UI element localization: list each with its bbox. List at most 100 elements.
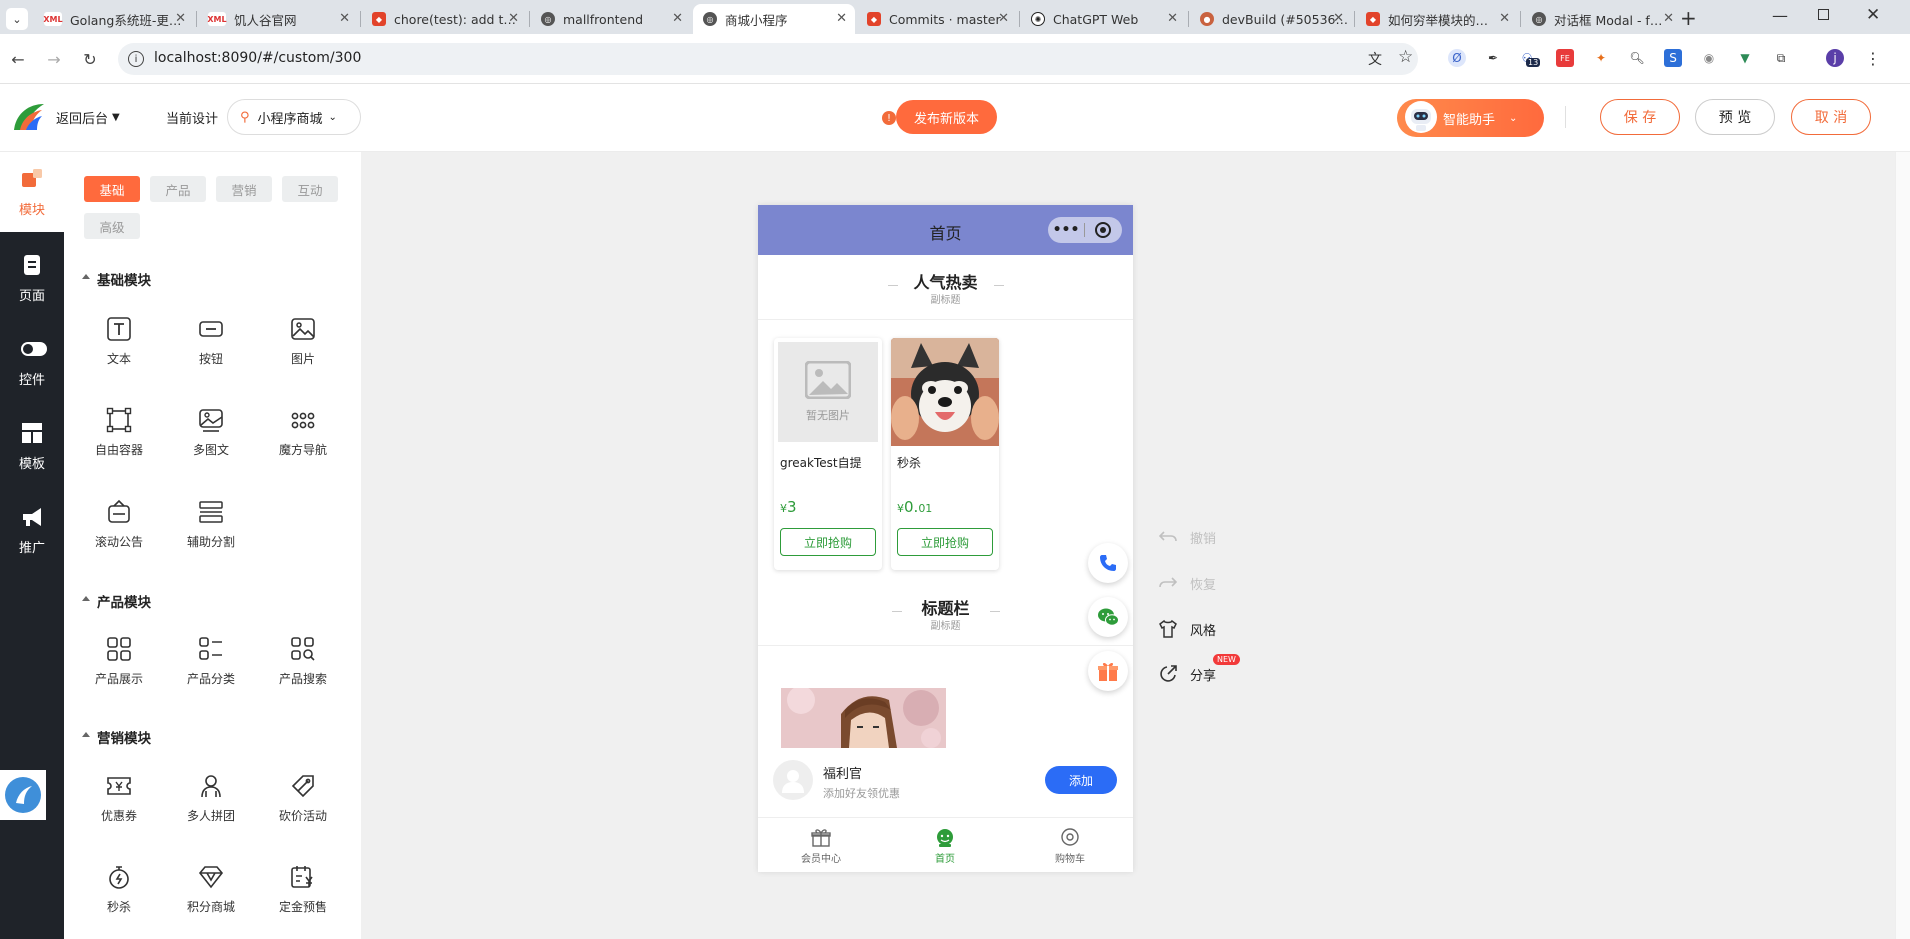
- close-icon[interactable]: ✕: [1167, 11, 1178, 26]
- module-label: 多图文: [192, 443, 229, 457]
- module-flash-sale[interactable]: 秒杀: [74, 864, 164, 934]
- tab-interaction[interactable]: 互动: [282, 176, 338, 202]
- rail-item-modules[interactable]: 模块: [0, 152, 64, 232]
- assistant-button[interactable]: 智能助手 ⌄: [1397, 99, 1544, 137]
- browser-tab[interactable]: ● devBuild (#50536… ✕: [1190, 4, 1352, 34]
- tab-basic[interactable]: 基础: [84, 176, 140, 202]
- module-product-display[interactable]: 产品展示: [74, 636, 164, 706]
- save-button[interactable]: 保 存: [1600, 99, 1680, 135]
- tabbar-item-member[interactable]: 会员中心: [781, 828, 861, 865]
- capsule-button[interactable]: •••: [1048, 217, 1122, 243]
- module-text[interactable]: 文本: [74, 316, 164, 386]
- tab-product[interactable]: 产品: [150, 176, 206, 202]
- browser-tab[interactable]: ◆ Commits · master ✕: [857, 4, 1017, 34]
- window-close-icon[interactable]: ✕: [1866, 5, 1880, 25]
- tab-marketing[interactable]: 营销: [216, 176, 272, 202]
- maximize-icon[interactable]: [1818, 9, 1829, 20]
- tab-search-button[interactable]: ⌄: [6, 8, 28, 30]
- browser-tab[interactable]: XML 饥人谷官网 ✕: [198, 4, 358, 34]
- browser-tab[interactable]: ◆ 如何穷举模块的… ✕: [1356, 4, 1518, 34]
- reload-icon[interactable]: ↻: [80, 49, 100, 69]
- tabbar-item-cart[interactable]: 购物车: [1030, 828, 1110, 865]
- browser-tab[interactable]: ◎ mallfrontend ✕: [531, 4, 691, 34]
- tabbar-item-home[interactable]: 首页: [905, 828, 985, 865]
- extension-icon[interactable]: ✦: [1592, 49, 1610, 67]
- module-free-container[interactable]: 自由容器: [74, 407, 164, 477]
- preview-button[interactable]: 预 览: [1695, 99, 1775, 135]
- extension-badge-icon[interactable]: ⚇ 13: [1518, 49, 1541, 67]
- close-icon[interactable]: ✕: [998, 11, 1009, 26]
- close-icon[interactable]: ✕: [175, 11, 186, 26]
- tab-advanced[interactable]: 高级: [84, 213, 140, 239]
- back-to-admin-button[interactable]: 返回后台 ▼: [56, 108, 120, 127]
- module-group-buy[interactable]: 多人拼团: [166, 773, 256, 843]
- extension-icon[interactable]: ◉: [1700, 49, 1718, 67]
- fe-extension-icon[interactable]: FE: [1556, 49, 1574, 67]
- module-product-category[interactable]: 产品分类: [166, 636, 256, 706]
- wechat-button[interactable]: [1088, 597, 1128, 637]
- rail-item-templates[interactable]: 模板: [0, 406, 64, 486]
- xml-icon: XML: [43, 12, 63, 26]
- eyedropper-icon[interactable]: ✒: [1484, 49, 1502, 67]
- gift-button[interactable]: [1088, 651, 1128, 691]
- product-card[interactable]: 暂无图片 greakTest自提 ¥3 立即抢购: [774, 338, 882, 570]
- close-icon[interactable]: ✕: [1333, 11, 1344, 26]
- floating-helper-icon[interactable]: [0, 770, 46, 820]
- url-field[interactable]: i localhost:8090/#/custom/300 文 ☆: [118, 43, 1418, 75]
- site-info-icon[interactable]: i: [128, 51, 144, 67]
- new-tab-button[interactable]: +: [1680, 6, 1697, 30]
- module-scroll-notice[interactable]: 滚动公告: [74, 499, 164, 569]
- close-icon[interactable]: ✕: [672, 11, 683, 26]
- vue-devtools-icon[interactable]: ▼: [1736, 49, 1754, 67]
- translate-icon[interactable]: 文: [1368, 49, 1382, 69]
- redo-button[interactable]: 恢复: [1158, 573, 1216, 593]
- scrollbar[interactable]: [1895, 152, 1910, 939]
- module-multi-image-text[interactable]: 多图文: [166, 407, 256, 477]
- close-icon[interactable]: ✕: [1499, 11, 1510, 26]
- share-icon: [1160, 665, 1177, 682]
- star-icon[interactable]: ☆: [1398, 47, 1413, 67]
- extension-icon[interactable]: Ø: [1448, 49, 1466, 67]
- puzzle-icon[interactable]: ⧉: [1772, 49, 1790, 67]
- module-bargain[interactable]: 砍价活动: [258, 773, 348, 843]
- close-icon[interactable]: ✕: [836, 11, 847, 26]
- browser-tab-active[interactable]: ◎ 商城小程序 ✕: [693, 4, 855, 34]
- browser-tab[interactable]: ✺ ChatGPT Web ✕: [1021, 4, 1186, 34]
- buy-now-button[interactable]: 立即抢购: [897, 528, 993, 556]
- publish-button[interactable]: 发布新版本: [896, 100, 997, 134]
- close-icon[interactable]: ✕: [339, 11, 350, 26]
- close-icon[interactable]: ✕: [1663, 11, 1674, 26]
- cancel-button[interactable]: 取 消: [1791, 99, 1871, 135]
- design-select[interactable]: ⚲ 小程序商城 ⌄: [227, 99, 361, 135]
- rail-item-pages[interactable]: 页面: [0, 238, 64, 318]
- browser-tab[interactable]: XML Golang系统班-更… ✕: [34, 4, 194, 34]
- buy-now-button[interactable]: 立即抢购: [780, 528, 876, 556]
- back-icon[interactable]: ←: [8, 49, 28, 69]
- close-icon[interactable]: ✕: [508, 11, 519, 26]
- more-icon[interactable]: ⋮: [1864, 49, 1882, 68]
- rail-item-promotion[interactable]: 推广: [0, 490, 64, 570]
- browser-tab[interactable]: ◎ 对话框 Modal - f… ✕: [1522, 4, 1682, 34]
- share-button[interactable]: 分享 NEW: [1158, 654, 1240, 684]
- extension-icon[interactable]: S: [1664, 49, 1682, 67]
- wechat-icon: [1098, 608, 1119, 626]
- avatar[interactable]: j: [1826, 49, 1844, 67]
- module-coupon[interactable]: 优惠券: [74, 773, 164, 843]
- forward-icon[interactable]: →: [44, 49, 64, 69]
- product-card[interactable]: 秒杀 ¥0.01 立即抢购: [891, 338, 999, 570]
- minimize-icon[interactable]: —: [1772, 6, 1788, 25]
- module-points-mall[interactable]: 积分商城: [166, 864, 256, 934]
- add-friend-button[interactable]: 添加: [1045, 766, 1117, 794]
- rail-item-controls[interactable]: 控件: [0, 322, 64, 402]
- module-presale[interactable]: 定金预售: [258, 864, 348, 934]
- module-image[interactable]: 图片: [258, 316, 348, 386]
- module-cube-nav[interactable]: 魔方导航: [258, 407, 348, 477]
- module-divider[interactable]: 辅助分割: [166, 499, 256, 569]
- module-button[interactable]: 按钮: [166, 316, 256, 386]
- magnifier-icon[interactable]: 🔍︎: [1628, 49, 1646, 67]
- phone-call-button[interactable]: [1088, 543, 1128, 583]
- style-button[interactable]: 风格: [1158, 619, 1216, 639]
- module-product-search[interactable]: 产品搜索: [258, 636, 348, 706]
- browser-tab[interactable]: ◆ chore(test): add t… ✕: [362, 4, 527, 34]
- undo-button[interactable]: 撤销: [1158, 527, 1216, 547]
